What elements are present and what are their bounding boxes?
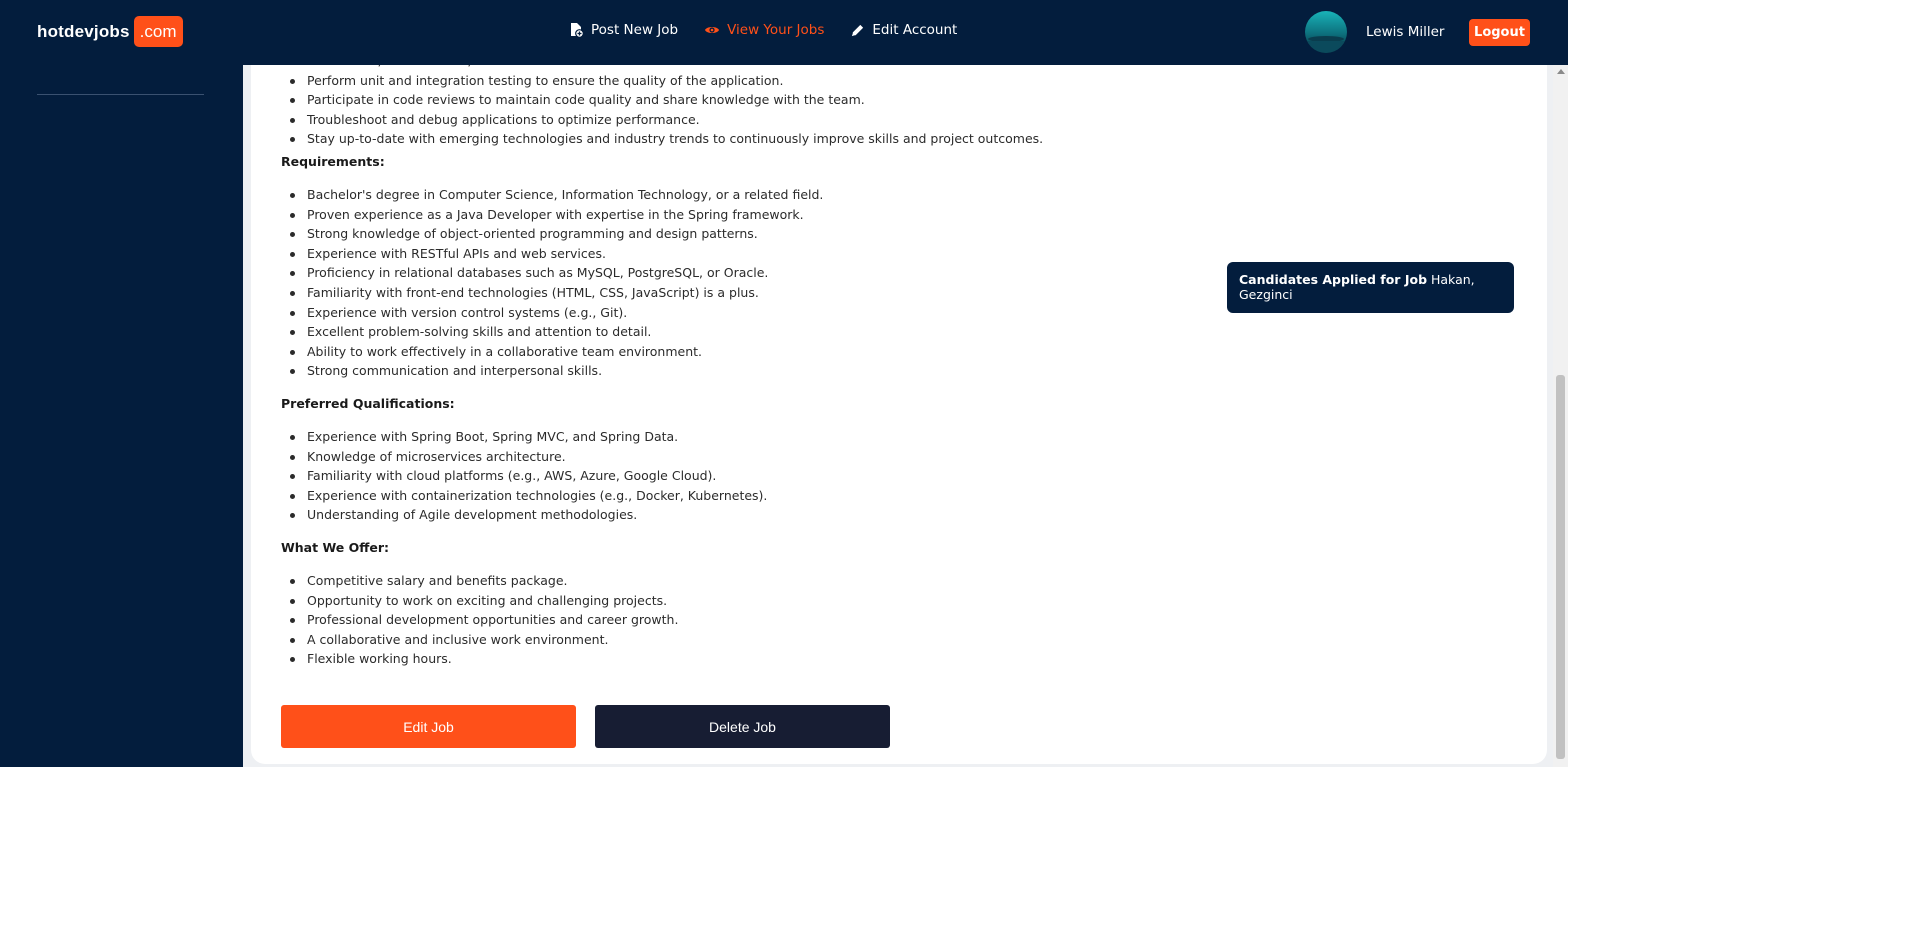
list-item: Competitive salary and benefits package. [281,571,678,591]
candidates-applied-box: Candidates Applied for Job Hakan, Gezgin… [1227,262,1514,313]
list-item: Understanding of Agile development metho… [281,505,767,525]
list-item: Experience with containerization technol… [281,486,767,506]
list-item: Proficiency in relational databases such… [281,263,823,283]
top-navbar: hotdevjobs .com Post New Job View Your J… [0,0,1568,65]
site-logo[interactable]: hotdevjobs .com [37,16,183,47]
list-item: A collaborative and inclusive work envir… [281,630,678,650]
job-detail-card: Write clean, maintainable, and efficient… [251,45,1547,764]
nav-post-new-job-label: Post New Job [591,22,679,38]
list-item: Stay up-to-date with emerging technologi… [281,129,1043,149]
list-item: Knowledge of microservices architecture. [281,447,767,467]
sidebar-divider [37,94,204,95]
page-scrollbar[interactable] [1553,65,1568,767]
logout-button[interactable]: Logout [1469,19,1530,46]
delete-job-button[interactable]: Delete Job [595,705,890,748]
list-item: Ability to work effectively in a collabo… [281,342,823,362]
requirements-list: Bachelor's degree in Computer Science, I… [281,185,823,381]
pencil-icon [852,24,864,36]
list-item: Professional development opportunities a… [281,610,678,630]
list-item: Excellent problem-solving skills and att… [281,322,823,342]
list-item: Bachelor's degree in Computer Science, I… [281,185,823,205]
list-item: Strong communication and interpersonal s… [281,361,823,381]
nav-view-your-jobs-label: View Your Jobs [727,22,825,38]
user-avatar[interactable] [1305,11,1347,53]
logo-badge: .com [133,16,183,47]
list-item: Flexible working hours. [281,649,678,669]
list-item: Experience with Spring Boot, Spring MVC,… [281,427,767,447]
list-item: Strong knowledge of object-oriented prog… [281,224,823,244]
list-item: Troubleshoot and debug applications to o… [281,110,1043,130]
nav-post-new-job[interactable]: Post New Job [568,22,678,38]
logo-text: hotdevjobs [37,21,130,41]
list-item: Participate in code reviews to maintain … [281,90,1043,110]
nav-view-your-jobs[interactable]: View Your Jobs [704,22,824,38]
eye-icon [705,27,720,33]
list-item: Familiarity with front-end technologies … [281,283,823,303]
what-we-offer-heading: What We Offer: [281,540,390,555]
nav-edit-account[interactable]: Edit Account [850,22,957,38]
main-area: Write clean, maintainable, and efficient… [243,45,1553,767]
list-item: Experience with version control systems … [281,303,823,323]
requirements-heading: Requirements: [281,154,385,169]
main-nav: Post New Job View Your Jobs Edit Account [568,22,983,38]
list-item: Proven experience as a Java Developer wi… [281,205,823,225]
nav-edit-account-label: Edit Account [872,22,958,38]
responsibilities-list: Write clean, maintainable, and efficient… [281,51,1043,149]
list-item: Opportunity to work on exciting and chal… [281,591,678,611]
preferred-qualifications-list: Experience with Spring Boot, Spring MVC,… [281,427,767,525]
candidates-label: Candidates Applied for Job [1239,272,1428,287]
preferred-qualifications-heading: Preferred Qualifications: [281,396,455,411]
edit-job-button[interactable]: Edit Job [281,705,576,748]
list-item: Familiarity with cloud platforms (e.g., … [281,466,767,486]
user-name: Lewis Miller [1366,24,1445,40]
list-item: Experience with RESTful APIs and web ser… [281,244,823,264]
scroll-up-arrow-icon[interactable] [1557,69,1565,74]
scrollbar-thumb[interactable] [1556,375,1565,759]
sidebar [0,65,243,767]
file-plus-icon [571,23,584,38]
what-we-offer-list: Competitive salary and benefits package.… [281,571,678,669]
list-item: Perform unit and integration testing to … [281,71,1043,91]
